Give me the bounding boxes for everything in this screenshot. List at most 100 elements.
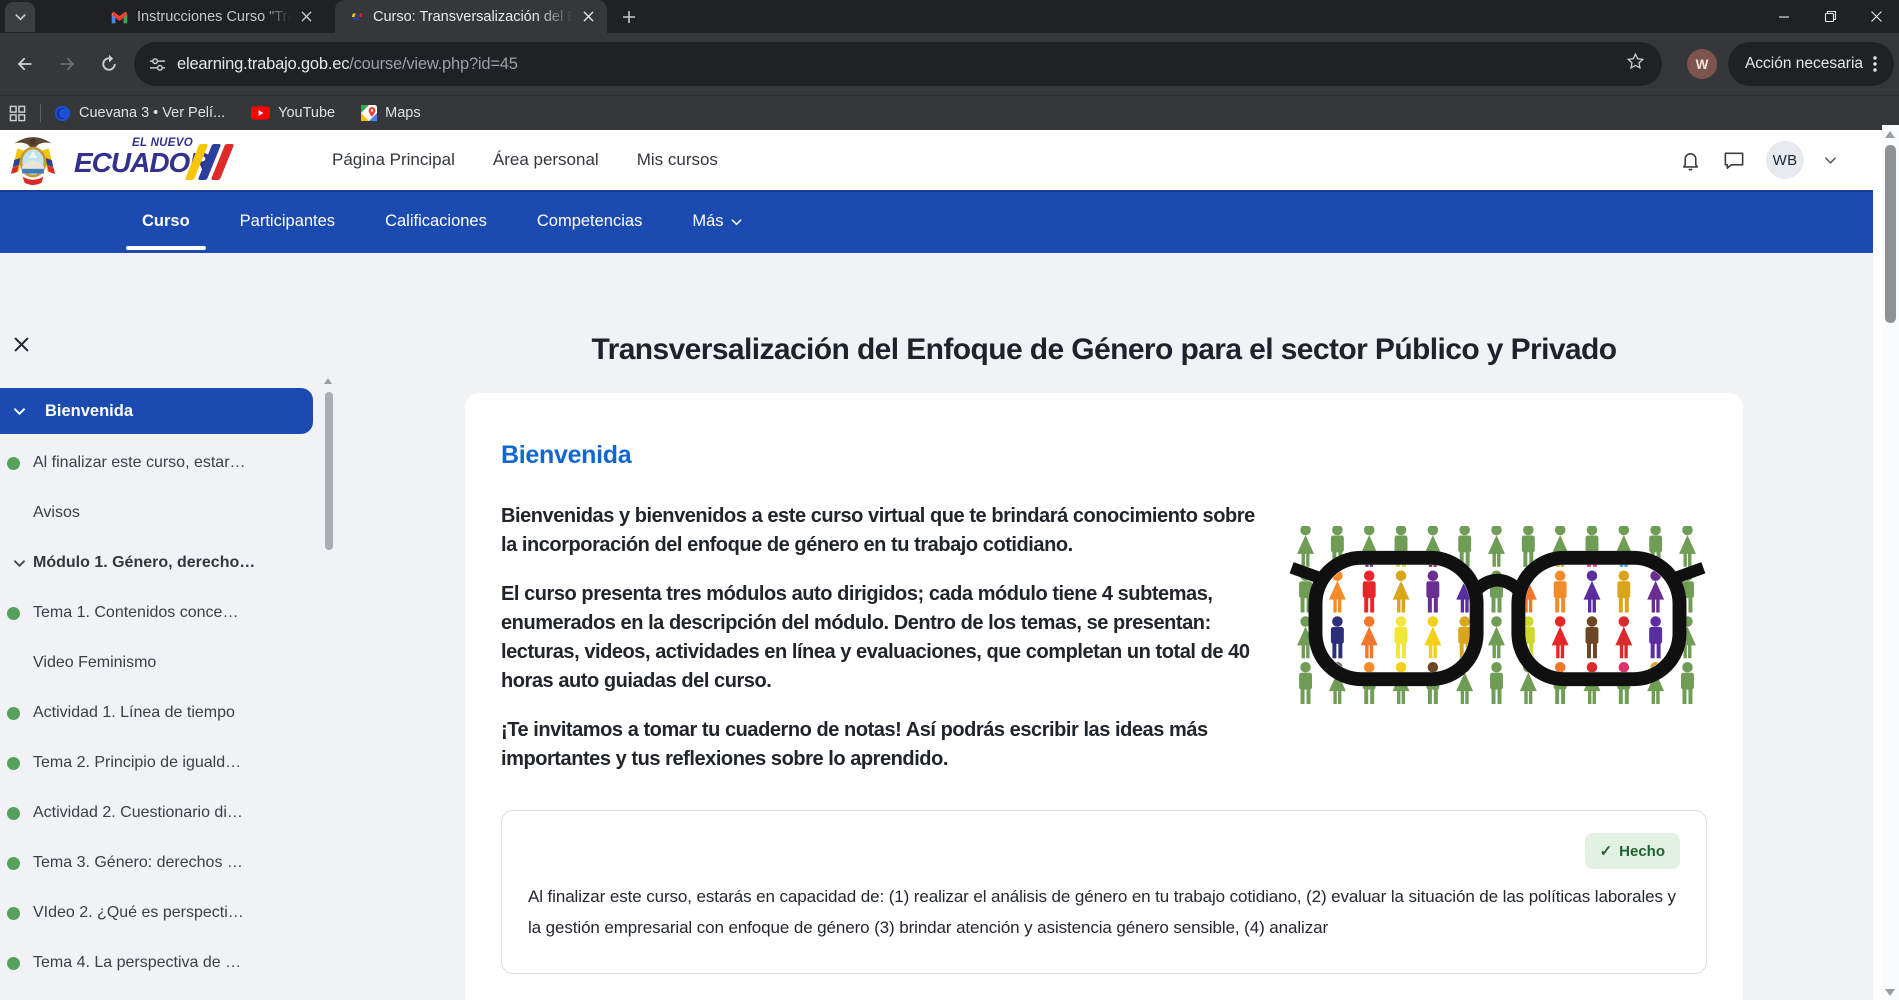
minimize-icon xyxy=(1778,11,1790,23)
tab-gmail[interactable]: Instrucciones Curso "Transversal xyxy=(97,0,325,33)
index-item-label: Video Feminismo xyxy=(33,654,156,672)
scroll-down-arrow[interactable] xyxy=(1885,989,1895,996)
notifications-bell-icon[interactable] xyxy=(1679,148,1702,172)
browser-window: Instrucciones Curso "Transversal Curso: … xyxy=(0,0,1899,1000)
index-item[interactable]: Actividad 2. Cuestionario di… xyxy=(0,788,318,838)
index-item[interactable]: Actividad 1. Línea de tiempo xyxy=(0,688,318,738)
chevron-down-icon[interactable] xyxy=(6,559,32,568)
course-tab-mas[interactable]: Más xyxy=(690,190,743,253)
completion-dot-icon xyxy=(7,457,20,470)
nav-mis-cursos[interactable]: Mis cursos xyxy=(637,150,718,170)
index-item-label: Al finalizar este curso, estar… xyxy=(33,454,246,472)
close-window-button[interactable] xyxy=(1853,0,1899,33)
index-item[interactable]: Avisos xyxy=(0,488,318,538)
nav-area-personal[interactable]: Área personal xyxy=(493,150,599,170)
bookmark-cuevana[interactable]: Cuevana 3 • Ver Pelí... xyxy=(54,105,225,122)
action-needed-button[interactable]: Acción necesaria xyxy=(1728,42,1894,86)
tab-search-button[interactable] xyxy=(5,2,35,32)
welcome-paragraph: ¡Te invitamos a tomar tu cuaderno de not… xyxy=(501,716,1707,774)
messages-chat-icon[interactable] xyxy=(1722,149,1746,172)
activity-description: Al finalizar este curso, estarás en capa… xyxy=(528,881,1680,943)
apps-grid-button[interactable] xyxy=(4,100,30,126)
maps-icon xyxy=(361,105,377,121)
restore-button[interactable] xyxy=(1807,0,1853,33)
scroll-up-arrow[interactable] xyxy=(324,378,332,384)
index-item-label: Bienvenida xyxy=(45,402,133,421)
gmail-icon xyxy=(111,10,128,24)
close-icon xyxy=(583,11,594,22)
el-nuevo-ecuador-logo: EL NUEVO ECUADOR xyxy=(74,136,234,184)
drawer-scrollbar-thumb[interactable] xyxy=(325,392,333,550)
course-title: Transversalización del Enfoque de Género… xyxy=(335,333,1873,367)
done-status-button[interactable]: ✓ Hecho xyxy=(1585,833,1680,869)
index-item[interactable]: Tema 3. Género: derechos … xyxy=(0,838,318,888)
chevron-down-icon[interactable] xyxy=(6,407,32,416)
logo-stripes xyxy=(192,144,227,180)
kebab-menu-icon[interactable] xyxy=(1873,56,1877,72)
completion-dot-icon xyxy=(7,707,20,720)
plus-icon xyxy=(622,10,636,24)
browser-profile-avatar[interactable]: W xyxy=(1687,49,1717,79)
bookmark-youtube[interactable]: YouTube xyxy=(251,105,335,121)
bookmark-label: Cuevana 3 • Ver Pelí... xyxy=(79,105,225,121)
course-index-drawer: Bienvenida Al finalizar este curso, esta… xyxy=(0,253,335,1000)
index-section-bienvenida[interactable]: Bienvenida xyxy=(0,388,313,434)
welcome-card: Bienvenida Bienvenidas y bienvenidos a e… xyxy=(465,393,1743,1000)
course-tab-curso[interactable]: Curso xyxy=(140,190,192,253)
index-item[interactable]: Tema 4. La perspectiva de … xyxy=(0,938,318,988)
course-nav: Curso Participantes Calificaciones Compe… xyxy=(0,190,1873,253)
index-item-label: Tema 1. Contenidos conce… xyxy=(33,604,238,622)
index-item[interactable]: Video Feminismo xyxy=(0,638,318,688)
course-tab-competencias[interactable]: Competencias xyxy=(535,190,644,253)
bookmark-maps[interactable]: Maps xyxy=(361,105,420,121)
index-section-modulo1[interactable]: Módulo 1. Género, derecho… xyxy=(0,538,318,588)
close-icon xyxy=(1870,10,1883,23)
index-item[interactable]: Al finalizar este curso, estar… xyxy=(0,438,318,488)
course-index-list: Bienvenida Al finalizar este curso, esta… xyxy=(0,388,318,988)
tab-close-button[interactable] xyxy=(297,8,315,26)
user-avatar[interactable]: WB xyxy=(1766,141,1804,179)
url-domain: elearning.trabajo.gob.ec xyxy=(177,55,349,73)
page-scrollbar[interactable] xyxy=(1882,125,1899,1000)
index-item-label: VIdeo 2. ¿Qué es perspecti… xyxy=(33,904,244,922)
scroll-up-arrow[interactable] xyxy=(1885,131,1895,138)
address-bar[interactable]: elearning.trabajo.gob.ec/course/view.php… xyxy=(134,42,1662,86)
check-icon: ✓ xyxy=(1600,842,1613,860)
back-button[interactable] xyxy=(8,47,42,81)
site-nav: Página Principal Área personal Mis curso… xyxy=(332,150,718,170)
minimize-button[interactable] xyxy=(1761,0,1807,33)
course-tab-participantes[interactable]: Participantes xyxy=(238,190,337,253)
reload-icon xyxy=(99,54,119,74)
forward-button[interactable] xyxy=(50,47,84,81)
index-item-label: Módulo 1. Género, derecho… xyxy=(33,554,255,572)
url-path: /course/view.php?id=45 xyxy=(349,55,518,73)
bookmark-star-button[interactable] xyxy=(1625,51,1646,77)
site-header: EL NUEVO ECUADOR Página Principal Área p… xyxy=(0,130,1873,190)
bookmark-label: YouTube xyxy=(278,105,335,121)
new-tab-button[interactable] xyxy=(615,3,643,31)
nav-pagina-principal[interactable]: Página Principal xyxy=(332,150,455,170)
page-scrollbar-thumb[interactable] xyxy=(1885,145,1896,323)
completion-dot-icon xyxy=(7,757,20,770)
action-needed-label: Acción necesaria xyxy=(1745,55,1863,73)
bookmarks-bar: Cuevana 3 • Ver Pelí... YouTube Maps xyxy=(0,95,1899,130)
index-item-label: Avisos xyxy=(33,504,80,522)
welcome-text: Bienvenidas y bienvenidos a este curso v… xyxy=(501,502,1707,774)
tab-course[interactable]: Curso: Transversalización del En xyxy=(335,0,607,33)
drawer-close-button[interactable] xyxy=(8,331,34,357)
completion-dot-icon xyxy=(7,607,20,620)
cuevana-icon xyxy=(54,105,71,122)
user-menu-chevron-icon[interactable] xyxy=(1824,156,1837,165)
index-item[interactable]: Tema 2. Principio de iguald… xyxy=(0,738,318,788)
index-item-label: Tema 4. La perspectiva de … xyxy=(33,954,241,972)
tab-close-button[interactable] xyxy=(579,8,597,26)
reload-button[interactable] xyxy=(92,47,126,81)
index-item-label: Tema 3. Género: derechos … xyxy=(33,854,243,872)
index-item[interactable]: Tema 1. Contenidos conce… xyxy=(0,588,318,638)
index-item[interactable]: VIdeo 2. ¿Qué es perspecti… xyxy=(0,888,318,938)
course-tab-calificaciones[interactable]: Calificaciones xyxy=(383,190,489,253)
drawer-scrollbar[interactable] xyxy=(324,378,334,818)
youtube-icon xyxy=(251,106,270,120)
header-user-area: WB xyxy=(1679,130,1837,190)
chevron-down-icon xyxy=(14,10,27,23)
